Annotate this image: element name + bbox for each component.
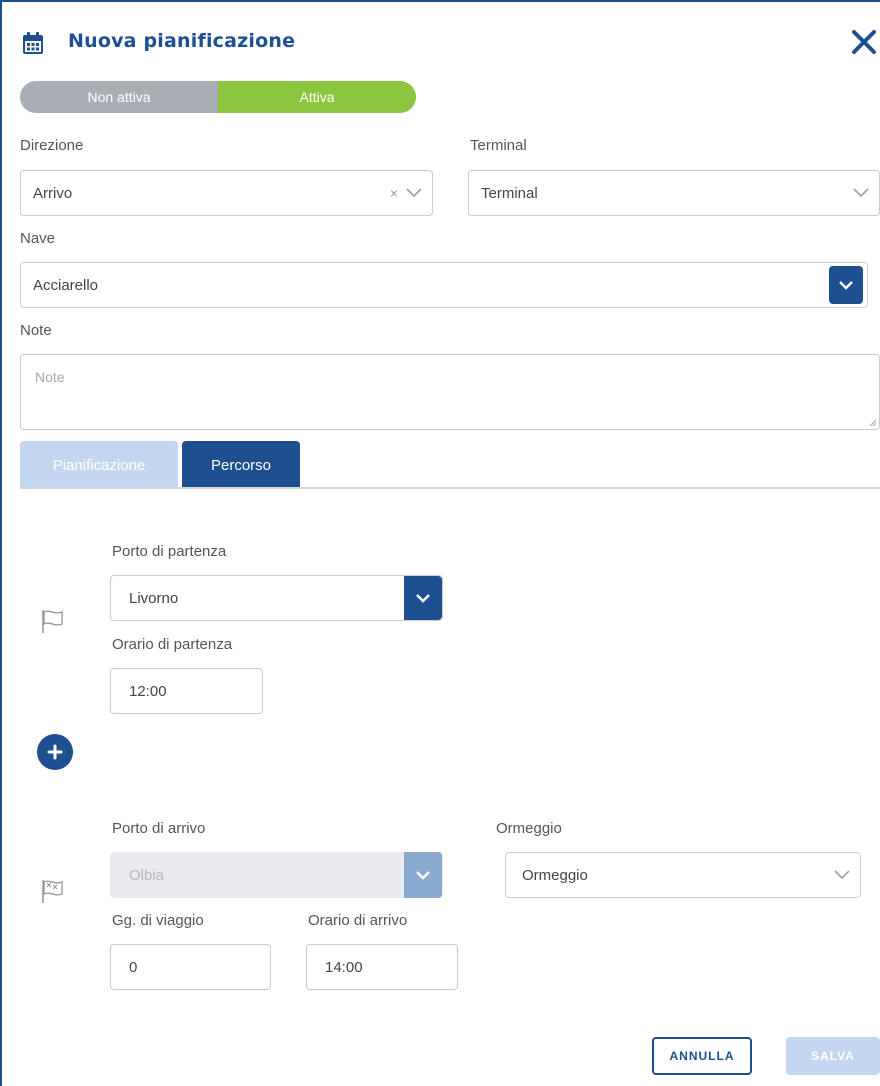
orario-partenza-input[interactable]: 12:00	[110, 668, 263, 714]
nave-value: Acciarello	[33, 276, 99, 294]
orario-partenza-value: 12:00	[129, 682, 167, 700]
note-textarea[interactable]: Note	[20, 354, 880, 430]
porto-partenza-select[interactable]: Livorno	[110, 575, 443, 621]
cancel-button[interactable]: ANNULLA	[652, 1037, 752, 1075]
chevron-down-icon	[834, 870, 850, 880]
porto-partenza-dropdown-button[interactable]	[404, 576, 442, 620]
close-icon[interactable]	[850, 28, 878, 56]
porto-arrivo-select: Olbia	[110, 852, 443, 898]
nave-select[interactable]: Acciarello	[20, 262, 868, 308]
terminal-label: Terminal	[470, 137, 527, 154]
direzione-label: Direzione	[20, 137, 84, 154]
note-label: Note	[20, 322, 52, 339]
note-placeholder: Note	[35, 369, 65, 385]
save-button[interactable]: SALVA	[786, 1037, 880, 1075]
porto-arrivo-value: Olbia	[129, 866, 165, 884]
orario-arrivo-label: Orario di arrivo	[308, 912, 408, 929]
direzione-select[interactable]: Arrivo ×	[20, 170, 433, 216]
ormeggio-select[interactable]: Ormeggio	[505, 852, 861, 898]
toggle-attiva[interactable]: Attiva	[218, 81, 416, 113]
terminal-value: Terminal	[481, 184, 538, 202]
chevron-down-icon	[406, 188, 422, 198]
calendar-icon	[22, 31, 44, 55]
chevron-down-icon	[416, 871, 430, 880]
tab-pianificazione[interactable]: Pianificazione	[20, 441, 178, 489]
clear-icon[interactable]: ×	[390, 185, 398, 201]
checkered-flag-icon	[40, 878, 70, 904]
orario-arrivo-input[interactable]: 14:00	[306, 944, 458, 990]
chevron-down-icon	[853, 188, 869, 198]
direzione-value: Arrivo	[33, 184, 73, 202]
resize-handle-icon[interactable]	[869, 419, 877, 427]
chevron-down-icon	[416, 594, 430, 603]
toggle-non-attiva[interactable]: Non attiva	[20, 81, 218, 113]
terminal-select[interactable]: Terminal	[468, 170, 880, 216]
ormeggio-value: Ormeggio	[522, 866, 588, 884]
porto-partenza-label: Porto di partenza	[112, 543, 227, 560]
ormeggio-label: Ormeggio	[496, 820, 562, 837]
tab-divider	[20, 487, 880, 489]
dialog-title: Nuova pianificazione	[68, 30, 296, 52]
flag-outline-icon	[40, 608, 70, 634]
nave-label: Nave	[20, 230, 56, 247]
plus-circle-icon[interactable]	[37, 734, 73, 770]
status-toggle[interactable]: Non attiva Attiva	[20, 81, 416, 113]
porto-arrivo-label: Porto di arrivo	[112, 820, 206, 837]
giorni-viaggio-value: 0	[129, 958, 138, 976]
porto-partenza-value: Livorno	[129, 589, 179, 607]
orario-partenza-label: Orario di partenza	[112, 636, 233, 653]
porto-arrivo-dropdown-button	[404, 852, 442, 898]
tab-percorso[interactable]: Percorso	[182, 441, 300, 489]
giorni-viaggio-input[interactable]: 0	[110, 944, 271, 990]
orario-arrivo-value: 14:00	[325, 958, 363, 976]
chevron-down-icon	[839, 281, 853, 290]
nave-dropdown-button[interactable]	[829, 266, 863, 304]
giorni-viaggio-label: Gg. di viaggio	[112, 912, 204, 929]
